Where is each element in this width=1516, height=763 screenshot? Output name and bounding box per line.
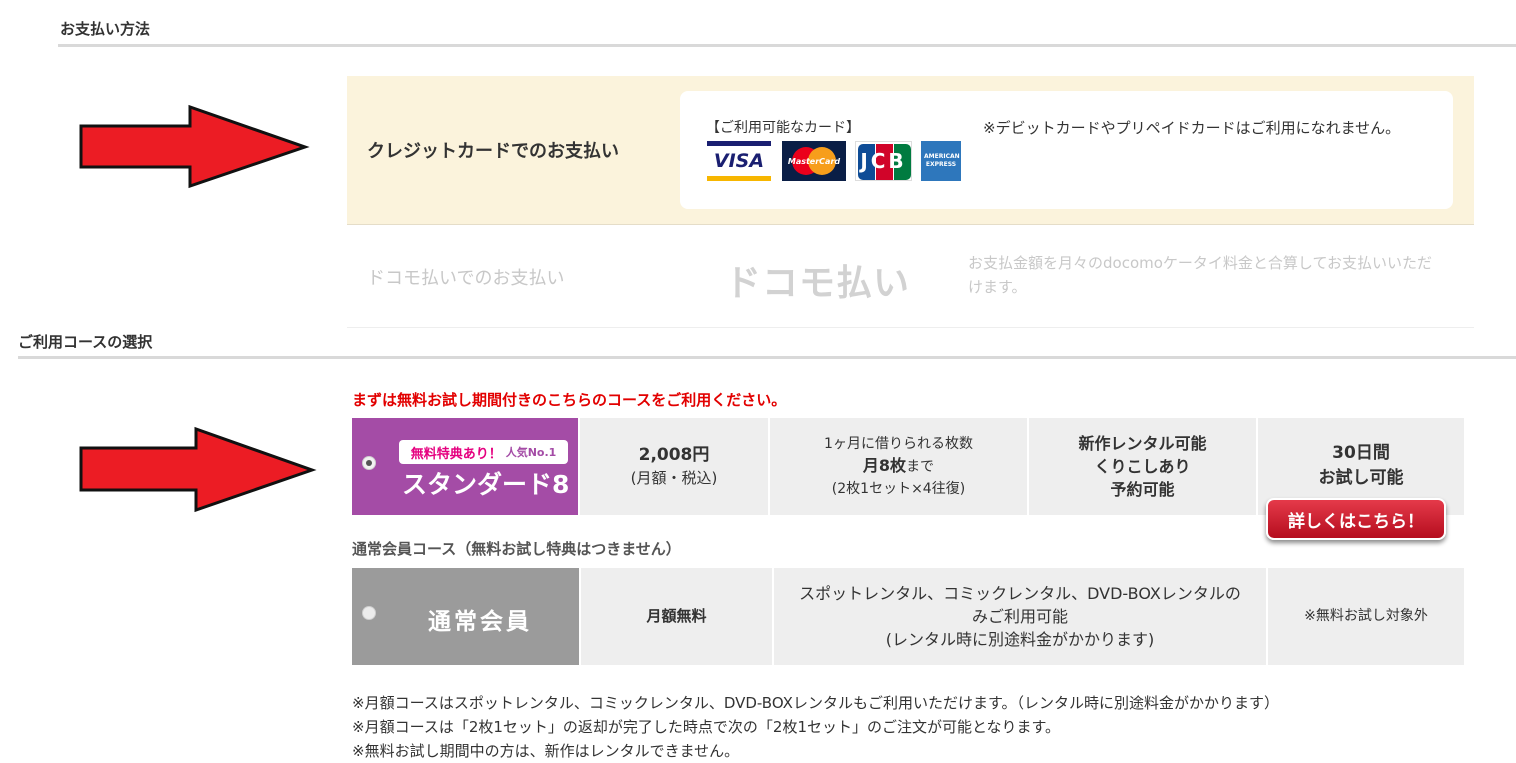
regular-desc-line3: (レンタル時に別途料金がかかります) [885, 630, 1155, 649]
standard8-course-name: スタンダード8 [402, 470, 570, 499]
course-footnotes: ※月額コースはスポットレンタル、コミックレンタル、DVD-BOXレンタルもご利用… [352, 691, 1502, 763]
docomo-payment-option[interactable]: ドコモ払いでのお支払い ドコモ払い お支払金額を月々のdocomoケータイ料金と… [347, 224, 1474, 328]
regular-description-cell: スポットレンタル、コミックレンタル、DVD-BOXレンタルの みご利用可能 (レ… [772, 568, 1266, 665]
rental-limit-amount: 月8枚 [862, 456, 907, 475]
regular-course-header[interactable]: 通常会員 [352, 568, 579, 665]
rental-limit-title: 1ヶ月に借りられる枚数 [824, 436, 973, 452]
footnote-item: ※月額コースはスポットレンタル、コミックレンタル、DVD-BOXレンタルもご利用… [352, 694, 1279, 712]
visa-logo-icon: VISA [707, 141, 771, 181]
feature-rollover: くりこしあり [1094, 457, 1191, 476]
amex-logo-icon: AMERICAN EXPRESS [921, 141, 961, 181]
footnote-item: ※月額コースは「2枚1セット」の返却が完了した時点で次の「2枚1セット」のご注文… [352, 718, 1061, 736]
payment-heading-divider [58, 44, 1516, 47]
standard8-price-cell: 2,008円 (月額・税込) [578, 418, 768, 515]
regular-price: 月額無料 [646, 607, 707, 625]
standard8-course-header[interactable]: 無料特典あり！ 人気No.1 スタンダード8 [352, 418, 578, 515]
regular-price-cell: 月額無料 [579, 568, 772, 665]
course-heading-divider [18, 356, 1516, 359]
credit-card-payment-label: クレジットカードでのお支払い [367, 141, 619, 162]
trial-label: お試し可能 [1318, 468, 1404, 488]
regular-trial-cell: ※無料お試し対象外 [1266, 568, 1464, 665]
regular-course-heading: 通常会員コース（無料お試し特典はつきません） [352, 540, 681, 558]
credit-card-note: ※デビットカードやプリペイドカードはご利用になれません。 [983, 119, 1401, 137]
standard8-rental-cell: 1ヶ月に借りられる枚数 月8枚まで (2枚1セット×4往復) [768, 418, 1027, 515]
regular-desc-line1: スポットレンタル、コミックレンタル、DVD-BOXレンタルの [799, 584, 1241, 603]
credit-card-payment-option[interactable]: クレジットカードでのお支払い 【ご利用可能なカード】 VISA MasterCa… [347, 76, 1474, 225]
footnote-item: ※無料お試し期間中の方は、新作はレンタルできません。 [352, 742, 740, 760]
standard8-radio[interactable] [362, 456, 376, 470]
rental-limit-note: (2枚1セット×4往復) [831, 481, 966, 497]
course-selection-heading: ご利用コースの選択 [18, 333, 153, 351]
jcb-logo-icon: JCB [855, 141, 912, 181]
docomo-pay-logo: ドコモ払い [725, 263, 911, 304]
regular-desc-line2: みご利用可能 [971, 607, 1068, 626]
regular-course-name: 通常会員 [428, 609, 532, 635]
mastercard-logo-icon: MasterCard [782, 141, 846, 181]
standard8-price: 2,008円 [638, 444, 710, 465]
feature-reservation: 予約可能 [1110, 480, 1175, 499]
available-cards-title: 【ご利用可能なカード】 [706, 120, 860, 136]
payment-method-heading: お支払い方法 [60, 20, 151, 38]
red-arrow-icon [78, 104, 310, 190]
standard8-features-cell: 新作レンタル可能 くりこしあり 予約可能 [1027, 418, 1256, 515]
standard8-price-note: (月額・税込) [630, 468, 718, 487]
docomo-payment-note: お支払金額を月々のdocomoケータイ料金と合算してお支払いいただけます。 [968, 254, 1433, 296]
feature-new-release: 新作レンタル可能 [1078, 434, 1207, 453]
regular-member-course-option[interactable]: 通常会員 月額無料 スポットレンタル、コミックレンタル、DVD-BOXレンタルの… [352, 568, 1464, 665]
card-logos: VISA MasterCard JCB AMERICAN EXPRESS [707, 141, 967, 181]
docomo-payment-label: ドコモ払いでのお支払い [367, 268, 565, 289]
trial-course-notice: まずは無料お試し期間付きのこちらのコースをご利用ください。 [352, 391, 787, 409]
free-benefit-badge: 無料特典あり！ 人気No.1 [399, 440, 568, 464]
regular-member-radio[interactable] [362, 606, 376, 620]
trial-days: 30日間 [1332, 443, 1390, 463]
available-cards-box: 【ご利用可能なカード】 VISA MasterCard JCB AMERICAN… [680, 91, 1453, 209]
details-button[interactable]: 詳しくはこちら！ [1266, 498, 1446, 540]
regular-trial-note: ※無料お試し対象外 [1304, 608, 1428, 624]
red-arrow-icon [78, 426, 318, 514]
